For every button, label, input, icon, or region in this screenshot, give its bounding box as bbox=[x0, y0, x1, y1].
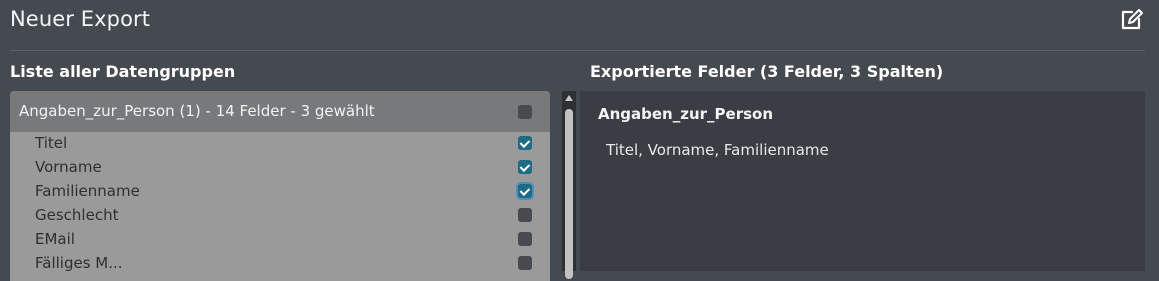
page-title: Neuer Export bbox=[10, 7, 151, 31]
page-header: Neuer Export bbox=[0, 0, 1159, 50]
field-checkbox[interactable] bbox=[518, 208, 532, 222]
list-item[interactable]: Fälliges M... bbox=[10, 252, 550, 276]
datagroup-panel: Angaben_zur_Person (1) - 14 Felder - 3 g… bbox=[10, 91, 550, 281]
exported-fields-title: Exportierte Felder (3 Felder, 3 Spalten) bbox=[590, 62, 944, 81]
exported-fields-panel: Angaben_zur_Person Titel, Vorname, Famil… bbox=[580, 91, 1145, 271]
list-scrollbar[interactable] bbox=[562, 91, 576, 279]
edit-button[interactable] bbox=[1119, 6, 1145, 32]
list-item[interactable]: Familienname bbox=[10, 180, 550, 204]
datagroup-checkbox[interactable] bbox=[518, 105, 532, 119]
field-checkbox[interactable] bbox=[518, 160, 532, 174]
field-label: EMail bbox=[35, 230, 75, 248]
field-list: Titel Vorname Familienname Geschlecht EM… bbox=[10, 132, 550, 276]
list-item[interactable]: Titel bbox=[10, 132, 550, 156]
field-label: Titel bbox=[35, 134, 68, 152]
field-checkbox[interactable] bbox=[518, 232, 532, 246]
field-label: Fälliges M... bbox=[35, 254, 123, 272]
list-item[interactable]: EMail bbox=[10, 228, 550, 252]
export-group-name: Angaben_zur_Person bbox=[598, 105, 774, 123]
scroll-thumb[interactable] bbox=[565, 109, 573, 279]
edit-icon bbox=[1121, 9, 1143, 30]
field-checkbox[interactable] bbox=[518, 256, 532, 270]
field-label: Familienname bbox=[35, 182, 140, 200]
datagroups-title: Liste aller Datengruppen bbox=[10, 62, 236, 81]
datagroup-label: Angaben_zur_Person (1) - 14 Felder - 3 g… bbox=[19, 102, 375, 120]
field-label: Vorname bbox=[35, 158, 102, 176]
header-divider bbox=[10, 50, 1145, 51]
list-item[interactable]: Vorname bbox=[10, 156, 550, 180]
scroll-up-arrow-icon[interactable] bbox=[565, 95, 573, 101]
field-label: Geschlecht bbox=[35, 206, 119, 224]
field-checkbox[interactable] bbox=[518, 136, 532, 150]
field-checkbox[interactable] bbox=[518, 184, 532, 198]
list-item[interactable]: Geschlecht bbox=[10, 204, 550, 228]
export-field-list: Titel, Vorname, Familienname bbox=[606, 141, 829, 159]
datagroup-header[interactable]: Angaben_zur_Person (1) - 14 Felder - 3 g… bbox=[10, 91, 550, 132]
